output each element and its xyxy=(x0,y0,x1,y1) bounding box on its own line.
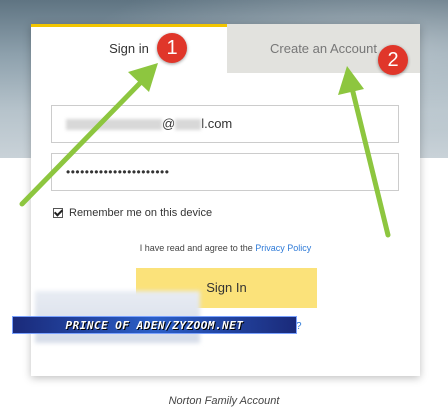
sign-in-button-label: Sign In xyxy=(206,280,247,295)
remember-me-label: Remember me on this device xyxy=(69,207,213,219)
step-badge-2: 2 xyxy=(378,45,408,75)
email-at: @ xyxy=(162,116,176,131)
tab-create-account-label: Create an Account xyxy=(270,41,377,56)
email-suffix: l.com xyxy=(201,116,233,131)
password-mask: •••••••••••••••••••••• xyxy=(66,165,170,179)
email-redacted-domain xyxy=(175,119,202,131)
email-redacted-user xyxy=(66,119,162,131)
remember-me-checkbox[interactable] xyxy=(53,208,63,218)
watermark-banner: PRINCE OF ADEN/ZYZOOM.NET xyxy=(12,316,297,334)
remember-me-row[interactable]: Remember me on this device xyxy=(53,207,212,219)
password-field[interactable]: •••••••••••••••••••••• xyxy=(51,153,399,191)
step-badge-1: 1 xyxy=(157,33,187,63)
image-caption: Norton Family Account xyxy=(168,395,280,407)
tab-sign-in-label: Sign in xyxy=(109,41,149,56)
email-field[interactable]: @ l.com xyxy=(51,105,399,143)
privacy-policy-link[interactable]: Privacy Policy xyxy=(255,243,311,253)
agree-text: I have read and agree to the xyxy=(139,243,256,253)
screenshot-stage: Sign in Create an Account @ l.com •••••••… xyxy=(0,0,448,411)
privacy-agreement: I have read and agree to the Privacy Pol… xyxy=(31,243,420,253)
tab-sign-in[interactable]: Sign in xyxy=(31,24,227,73)
